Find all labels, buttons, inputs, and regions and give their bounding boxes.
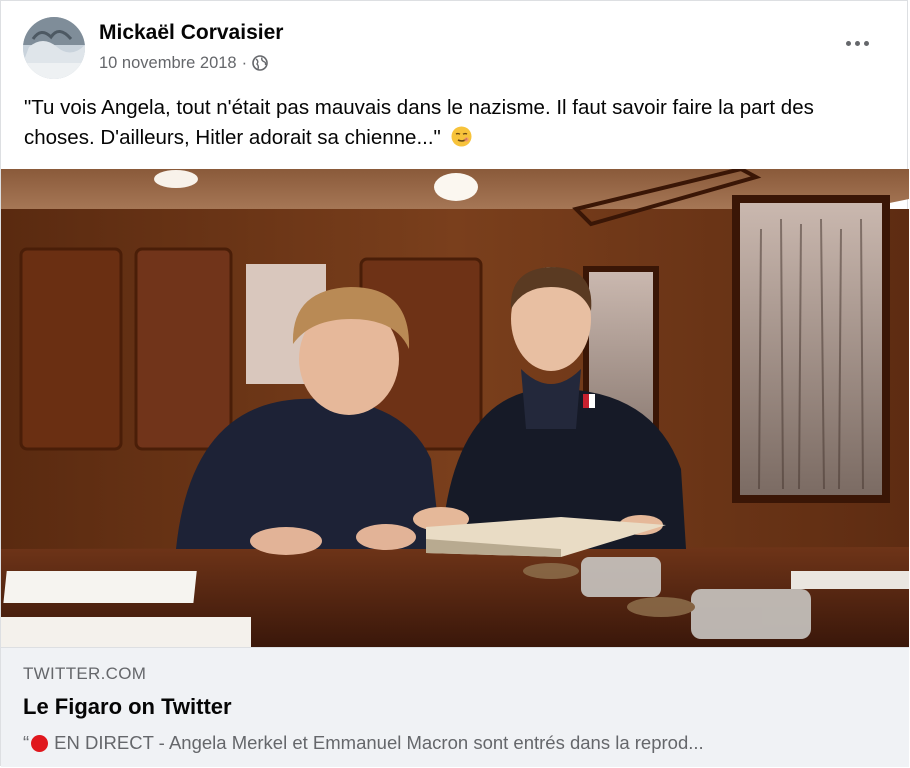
facebook-post: Mickaël Corvaisier 10 novembre 2018 · "T… [0, 0, 909, 767]
post-date[interactable]: 10 novembre 2018 [99, 53, 237, 73]
smirk-face-emoji-icon [451, 126, 472, 147]
post-text-content: "Tu vois Angela, tout n'était pas mauvai… [24, 96, 814, 149]
red-circle-icon [31, 734, 49, 752]
photo-scene [1, 169, 909, 647]
author-avatar[interactable] [23, 17, 85, 79]
avatar-image [23, 17, 85, 79]
quote-mark: “ [23, 732, 30, 753]
link-preview-card[interactable]: TWITTER.COM Le Figaro on Twitter “ EN DI… [1, 647, 909, 767]
author-name[interactable]: Mickaël Corvaisier [99, 21, 283, 45]
link-title[interactable]: Le Figaro on Twitter [23, 694, 232, 720]
post-header: Mickaël Corvaisier 10 novembre 2018 · [23, 17, 883, 79]
shared-photo[interactable] [1, 169, 909, 647]
post-text: "Tu vois Angela, tout n'était pas mauvai… [24, 93, 884, 153]
globe-icon[interactable] [252, 55, 268, 71]
more-options-icon[interactable] [839, 31, 875, 55]
link-description-text: EN DIRECT - Angela Merkel et Emmanuel Ma… [54, 732, 704, 753]
link-domain: TWITTER.COM [23, 664, 147, 683]
link-description: “ EN DIRECT - Angela Merkel et Emmanuel … [23, 732, 873, 754]
post-meta: 10 novembre 2018 · [99, 53, 268, 73]
meta-separator: · [241, 54, 248, 72]
